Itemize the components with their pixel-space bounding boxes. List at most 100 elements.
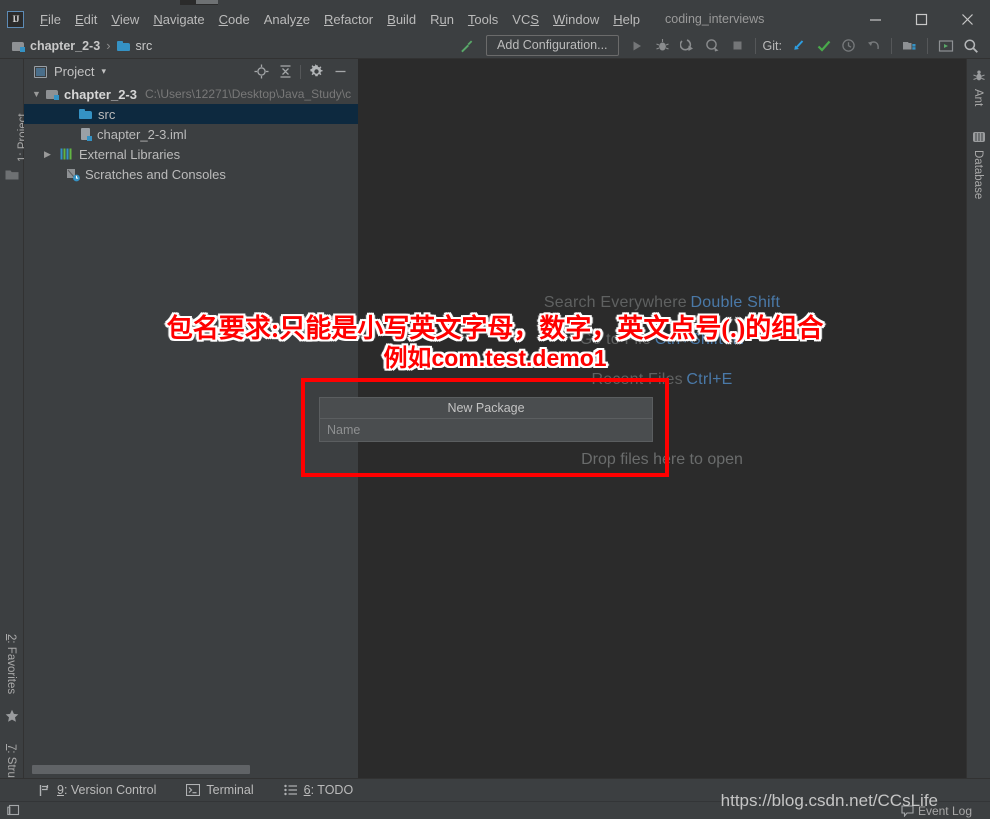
toolbar-divider bbox=[927, 37, 928, 54]
project-panel-header: Project ▾ bbox=[24, 59, 358, 84]
annotation-line-2-code: com.test.demo1 bbox=[431, 345, 607, 371]
breadcrumb-label: src bbox=[135, 38, 153, 53]
tree-row-label: src bbox=[98, 106, 116, 122]
sidebar-tab-database[interactable]: Database bbox=[972, 150, 984, 199]
tree-row-iml[interactable]: chapter_2-3.iml bbox=[24, 124, 358, 144]
breadcrumb-chapter-2-3[interactable]: chapter_2-3 bbox=[8, 39, 104, 53]
breadcrumb-separator: › bbox=[106, 38, 111, 53]
folder-icon bbox=[5, 170, 19, 180]
history-icon bbox=[842, 39, 855, 52]
run-icon bbox=[633, 41, 642, 50]
watermark-text: https://blog.csdn.net/CCsLife bbox=[720, 791, 938, 810]
git-label: Git: bbox=[762, 38, 782, 53]
search-everywhere-button[interactable] bbox=[958, 34, 983, 58]
tree-row-label: External Libraries bbox=[79, 146, 181, 162]
panel-tools-divider bbox=[300, 64, 301, 79]
menu-item-run[interactable]: Run bbox=[423, 9, 461, 30]
menu-item-view[interactable]: View bbox=[104, 9, 146, 30]
hint-shortcut: Ctrl+E bbox=[686, 371, 733, 388]
tree-row-label: Scratches and Consoles bbox=[85, 166, 226, 182]
menu-item-code[interactable]: Code bbox=[212, 9, 257, 30]
collapse-arrow-icon[interactable]: ▶ bbox=[41, 149, 54, 160]
star-icon bbox=[5, 709, 19, 722]
menu-item-help[interactable]: Help bbox=[606, 9, 647, 30]
history-button[interactable] bbox=[836, 34, 861, 58]
sidebar-tab-favorites[interactable]: 2: Favorites bbox=[5, 634, 17, 694]
run-button[interactable] bbox=[625, 34, 650, 58]
breadcrumb-src[interactable]: src bbox=[113, 39, 157, 53]
commit-button[interactable] bbox=[811, 34, 836, 58]
menu-item-navigate[interactable]: Navigate bbox=[146, 9, 211, 30]
project-view-icon bbox=[34, 65, 47, 78]
menu-bar: IJ File Edit View Navigate Code Analyze … bbox=[0, 5, 990, 33]
maximize-button[interactable] bbox=[898, 5, 944, 33]
menu-item-analyze[interactable]: Analyze bbox=[257, 9, 317, 30]
add-configuration-button[interactable]: Add Configuration... bbox=[486, 35, 619, 56]
debug-icon bbox=[655, 39, 669, 51]
sidebar-tab-ant[interactable]: Ant bbox=[972, 89, 984, 106]
menu-item-refactor[interactable]: Refactor bbox=[317, 9, 380, 30]
menu-item-build[interactable]: Build bbox=[380, 9, 423, 30]
maximize-icon bbox=[915, 13, 927, 25]
minimize-button[interactable] bbox=[852, 5, 898, 33]
project-panel-tools bbox=[249, 61, 358, 83]
profile-icon bbox=[705, 39, 719, 52]
collapse-all-button[interactable] bbox=[273, 61, 297, 83]
toolbar-divider bbox=[754, 37, 756, 54]
build-hammer-icon bbox=[460, 40, 472, 52]
close-icon bbox=[961, 13, 973, 25]
run-coverage-icon bbox=[679, 39, 693, 51]
select-run-config-button[interactable] bbox=[933, 34, 958, 58]
tree-row-external-libraries[interactable]: ▶ External Libraries bbox=[24, 144, 358, 164]
tree-row-label: chapter_2-3 bbox=[64, 86, 137, 102]
run-with-coverage-button[interactable] bbox=[675, 34, 700, 58]
database-icon bbox=[973, 132, 985, 142]
tree-row-src[interactable]: src bbox=[24, 104, 358, 124]
right-tool-rail: Ant Database bbox=[966, 59, 990, 778]
ant-rail-icon bbox=[972, 69, 986, 86]
project-panel-title[interactable]: Project bbox=[54, 64, 94, 79]
menu-item-edit[interactable]: Edit bbox=[68, 9, 104, 30]
module-icon bbox=[12, 40, 25, 52]
iml-file-icon bbox=[80, 127, 92, 141]
scrollbar-thumb[interactable] bbox=[32, 765, 250, 774]
stop-button[interactable] bbox=[725, 34, 750, 58]
update-project-button[interactable] bbox=[786, 34, 811, 58]
breadcrumb-label: chapter_2-3 bbox=[30, 38, 101, 53]
toolbar-divider bbox=[891, 37, 892, 54]
build-project-button[interactable] bbox=[453, 34, 478, 58]
rollback-icon bbox=[868, 41, 879, 50]
tree-row-label: chapter_2-3.iml bbox=[97, 126, 187, 142]
tree-row-chapter-2-3[interactable]: ▼ chapter_2-3 C:\Users\12271\Desktop\Jav… bbox=[24, 84, 358, 104]
menu-item-tools[interactable]: Tools bbox=[461, 9, 505, 30]
folder-icon bbox=[79, 108, 93, 120]
menu-item-vcs[interactable]: VCS bbox=[505, 9, 546, 30]
gear-icon bbox=[309, 64, 323, 77]
window-controls bbox=[852, 5, 990, 33]
select-run-config-icon bbox=[938, 39, 953, 52]
libraries-icon bbox=[60, 148, 74, 160]
menu-item-file[interactable]: File bbox=[33, 9, 68, 30]
expand-arrow-icon[interactable]: ▼ bbox=[30, 89, 43, 99]
annotation-highlight-box bbox=[301, 378, 669, 477]
project-tree-horizontal-scrollbar[interactable] bbox=[32, 765, 357, 774]
chevron-down-icon[interactable]: ▾ bbox=[101, 66, 106, 77]
navigation-toolbar: chapter_2-3 › src Add Configuration... G… bbox=[0, 33, 990, 59]
debug-button[interactable] bbox=[650, 34, 675, 58]
close-button[interactable] bbox=[944, 5, 990, 33]
window-project-name: coding_interviews bbox=[665, 12, 765, 26]
locate-icon bbox=[254, 64, 268, 79]
minimize-icon bbox=[869, 18, 881, 21]
tree-row-scratches[interactable]: Scratches and Consoles bbox=[24, 164, 358, 184]
menu-item-window[interactable]: Window bbox=[546, 9, 606, 30]
rollback-button[interactable] bbox=[861, 34, 886, 58]
locate-file-button[interactable] bbox=[249, 61, 273, 83]
top-edge-handle bbox=[196, 0, 218, 4]
project-structure-icon bbox=[903, 41, 916, 50]
settings-gear-button[interactable] bbox=[304, 61, 328, 83]
annotation-line-2-prefix: 例如 bbox=[383, 346, 432, 372]
update-project-icon bbox=[794, 40, 804, 50]
project-structure-button[interactable] bbox=[897, 34, 922, 58]
hide-panel-button[interactable] bbox=[328, 61, 352, 83]
profile-button[interactable] bbox=[700, 34, 725, 58]
